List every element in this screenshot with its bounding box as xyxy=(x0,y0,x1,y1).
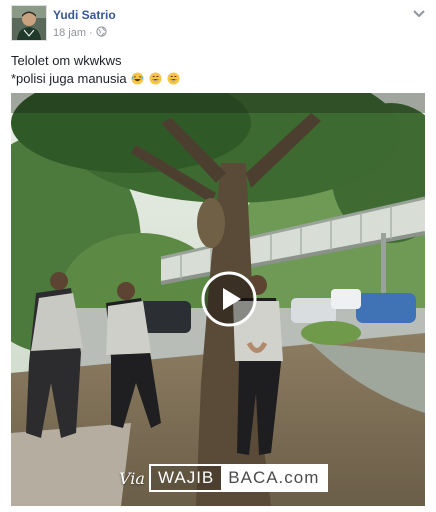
watermark-part1: WAJIB xyxy=(157,468,215,487)
post-meta: 18 jam · xyxy=(53,26,107,40)
facebook-post: Yudi Satrio 18 jam · Telolet om wkwkws *… xyxy=(0,0,436,512)
grinning-emoji-icon xyxy=(149,72,162,85)
post-time[interactable]: 18 jam xyxy=(53,27,86,39)
meta-separator: · xyxy=(89,27,93,39)
laughing-emoji-icon xyxy=(131,72,144,85)
post-text: Telolet om wkwkws *polisi juga manusia xyxy=(11,52,180,88)
watermark: Via WAJIB BACA.com xyxy=(119,464,329,492)
watermark-box: WAJIB BACA.com xyxy=(148,464,329,492)
post-text-line-2: *polisi juga manusia xyxy=(11,70,180,88)
video-player[interactable]: Via WAJIB BACA.com xyxy=(11,93,425,506)
post-text-line-1: Telolet om wkwkws xyxy=(11,53,122,68)
watermark-via: Via xyxy=(119,468,145,488)
avatar[interactable] xyxy=(11,5,47,41)
grinning-emoji-icon xyxy=(166,72,180,85)
play-button[interactable] xyxy=(201,271,257,327)
post-text-line-2-text: *polisi juga manusia xyxy=(11,71,127,86)
watermark-part2: BACA.com xyxy=(221,466,327,490)
chevron-down-icon[interactable] xyxy=(411,7,427,19)
author-name[interactable]: Yudi Satrio xyxy=(53,8,116,22)
globe-icon[interactable] xyxy=(96,26,107,40)
